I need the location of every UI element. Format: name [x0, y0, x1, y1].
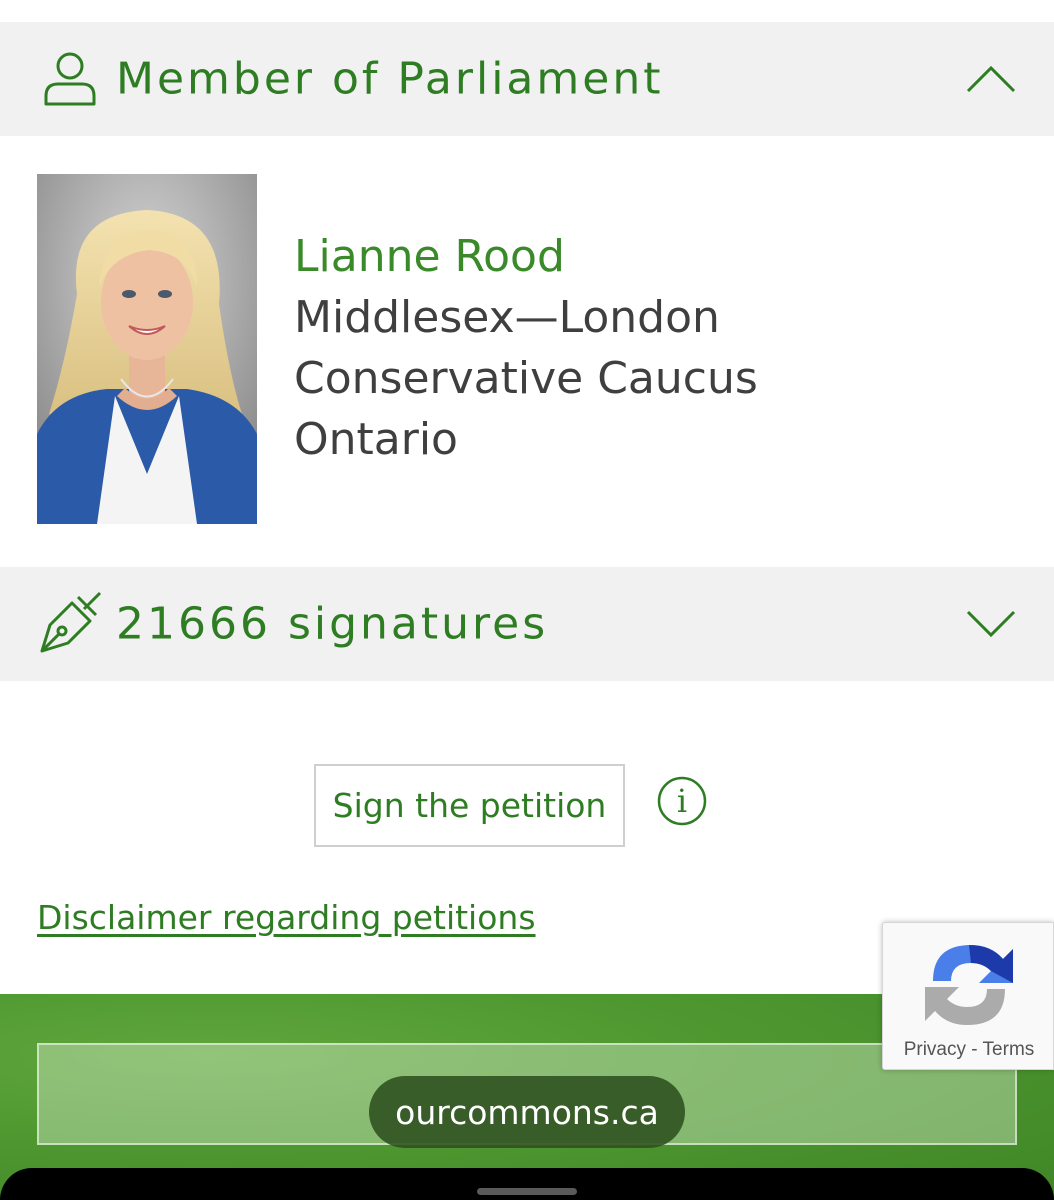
recaptcha-privacy-link[interactable]: Privacy	[904, 1039, 966, 1060]
signatures-accordion-header[interactable]: 21666 signatures	[0, 567, 1054, 681]
info-glyph: i	[677, 782, 687, 820]
mp-info: Lianne Rood Middlesex—London Conservativ…	[294, 226, 758, 470]
recaptcha-terms-link[interactable]: Terms	[983, 1039, 1035, 1060]
home-indicator[interactable]	[477, 1188, 577, 1195]
url-pill[interactable]: ourcommons.ca	[369, 1076, 685, 1148]
mp-province: Ontario	[294, 414, 458, 465]
recaptcha-badge[interactable]: Privacy - Terms	[882, 922, 1054, 1070]
pen-sign-icon	[40, 591, 102, 653]
person-outline-icon	[44, 52, 96, 106]
disclaimer-link[interactable]: Disclaimer regarding petitions	[37, 898, 536, 937]
mp-section-title: Member of Parliament	[116, 53, 664, 105]
mp-accordion-header[interactable]: Member of Parliament	[0, 22, 1054, 136]
system-nav-bar	[0, 1168, 1054, 1200]
mp-riding: Middlesex—London	[294, 292, 720, 343]
mp-caucus: Conservative Caucus	[294, 353, 758, 404]
signatures-section-title: 21666 signatures	[116, 598, 549, 650]
chevron-up-icon[interactable]	[966, 65, 1016, 93]
mp-portrait	[37, 174, 257, 524]
recaptcha-links: Privacy - Terms	[883, 1039, 1054, 1061]
info-icon[interactable]: i	[657, 776, 707, 826]
mp-name[interactable]: Lianne Rood	[294, 226, 758, 287]
recaptcha-separator: -	[966, 1039, 983, 1060]
page: Member of Parliament Lianne Rood Middles…	[0, 0, 1054, 1200]
recaptcha-icon	[925, 945, 1013, 1025]
sign-petition-button[interactable]: Sign the petition	[314, 764, 625, 847]
chevron-down-icon[interactable]	[966, 610, 1016, 638]
